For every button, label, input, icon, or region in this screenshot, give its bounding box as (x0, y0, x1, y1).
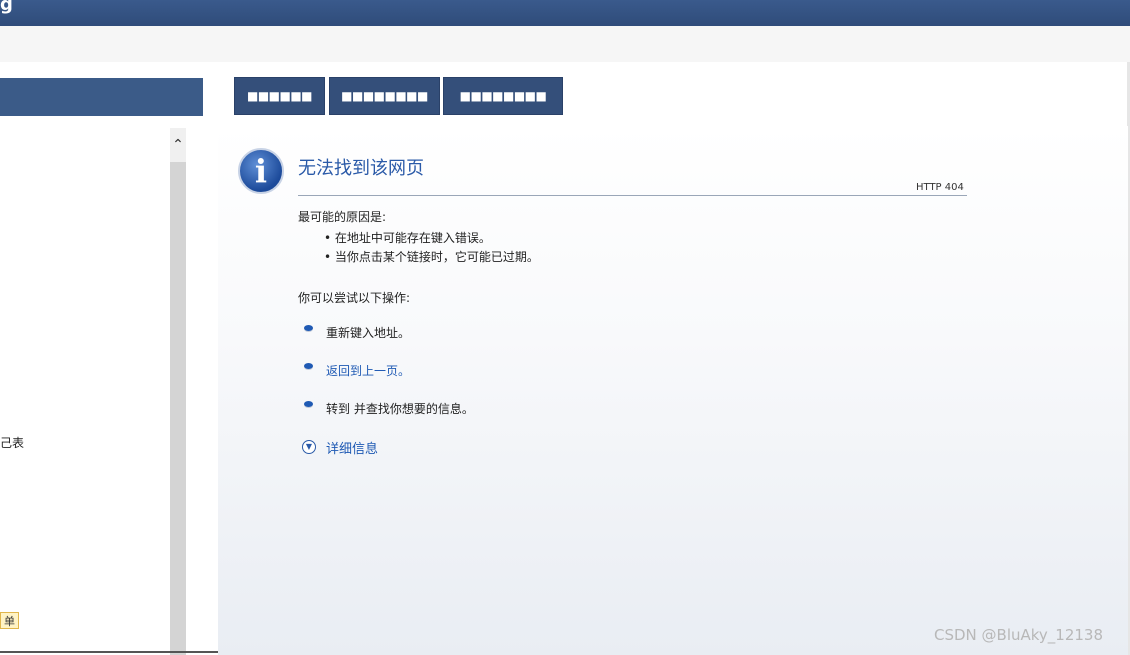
actions-heading: 你可以尝试以下操作: (298, 291, 411, 305)
top-title-glyph: g (0, 0, 13, 15)
left-panel-header (0, 78, 203, 116)
tab-3[interactable]: ■■■■■■■■ (443, 77, 563, 115)
info-icon: i (238, 148, 284, 194)
left-panel-badge[interactable]: 单 (0, 612, 19, 629)
chevron-down-circle-icon[interactable]: ▼ (302, 440, 316, 454)
reason-item: • 在地址中可能存在键入错误。 (324, 231, 491, 245)
page-title: 无法找到该网页 (298, 158, 424, 179)
top-title-bar: g (0, 0, 1130, 26)
bullet-icon (304, 401, 313, 407)
tab-1[interactable]: ■■■■■■ (234, 77, 325, 115)
title-divider (298, 195, 967, 196)
bullet-icon (304, 325, 313, 331)
left-panel-text: 己表 (0, 436, 25, 450)
bullet-icon (304, 363, 313, 369)
chevron-up-icon[interactable]: ⌃ (170, 128, 186, 162)
more-info-link[interactable]: 详细信息 (326, 438, 378, 457)
reasons-heading: 最可能的原因是: (298, 210, 387, 224)
error-content-area (218, 126, 1128, 655)
http-status-code: HTTP 404 (916, 182, 964, 193)
action-go-to: 转到 并查找你想要的信息。 (326, 402, 474, 416)
action-retype-address: 重新键入地址。 (326, 326, 411, 340)
tab-2[interactable]: ■■■■■■■■ (329, 77, 440, 115)
sub-toolbar (0, 26, 1130, 62)
left-scrollbar[interactable] (170, 128, 186, 655)
action-go-back-link[interactable]: 返回到上一页。 (326, 362, 410, 379)
watermark-text: CSDN @BluAky_12138 (934, 626, 1104, 644)
reason-item: • 当你点击某个链接时，它可能已过期。 (324, 250, 539, 264)
